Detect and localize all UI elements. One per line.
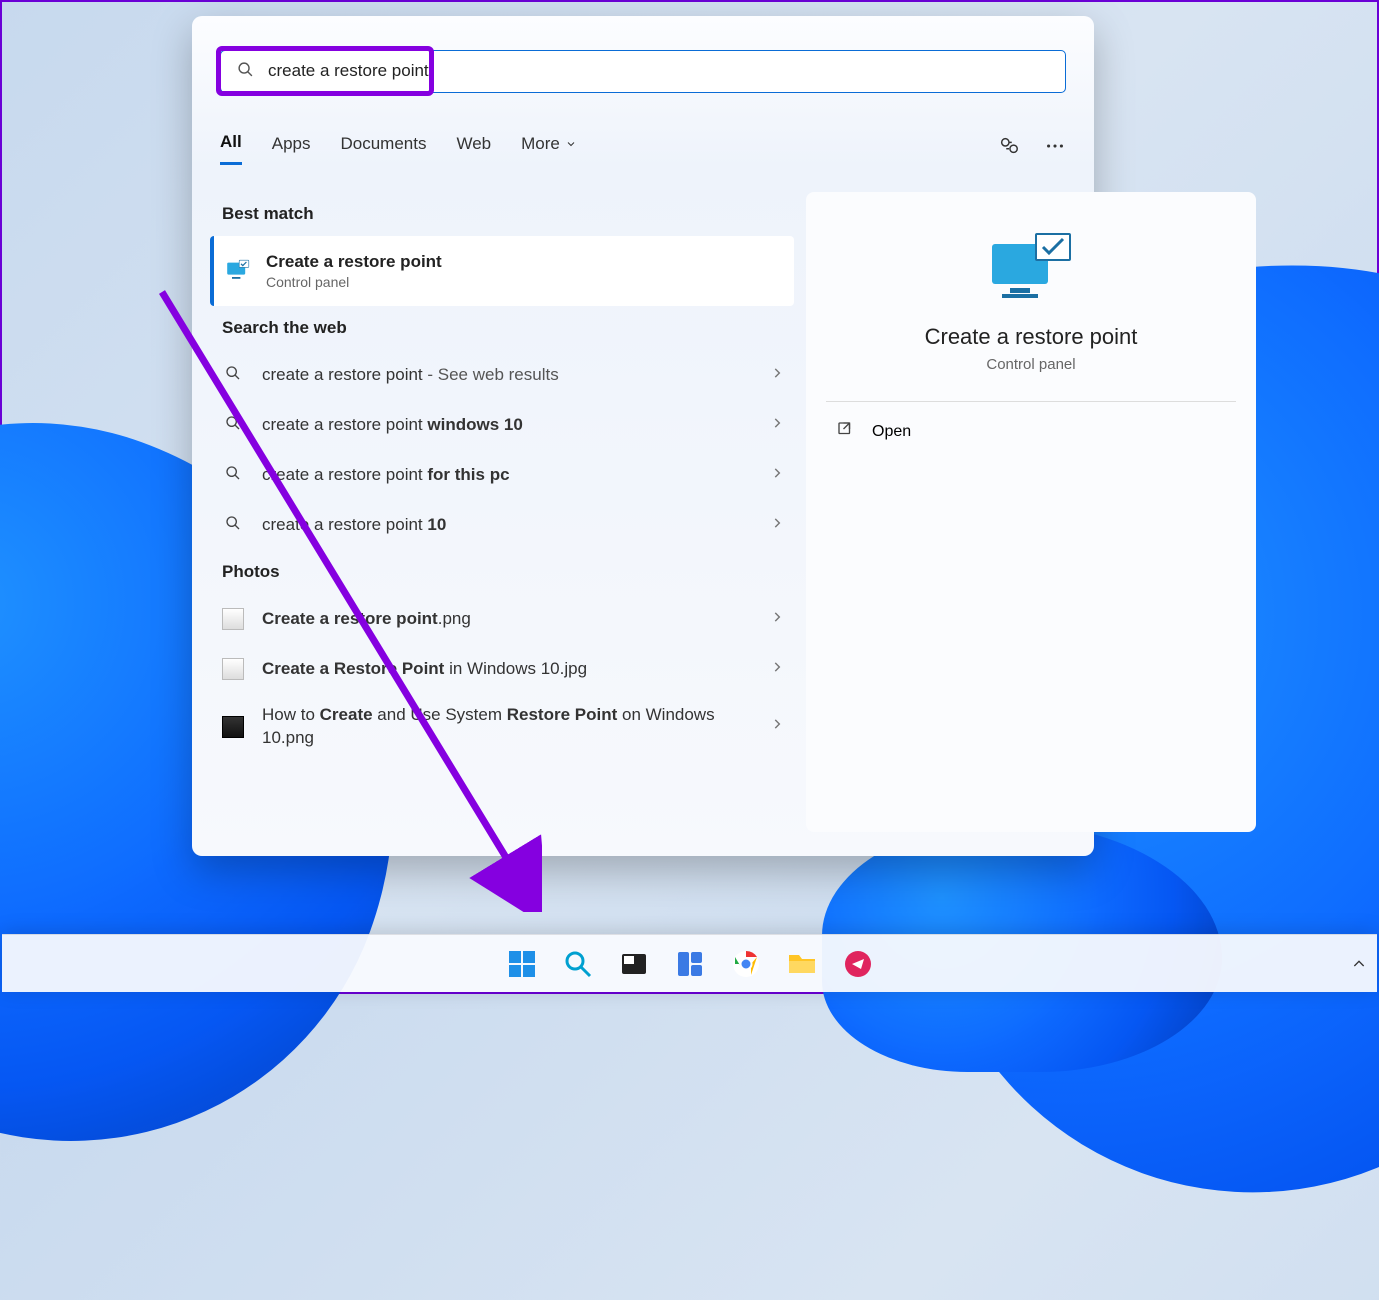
photo-result[interactable]: Create a restore point.png <box>210 594 794 644</box>
chevron-up-icon[interactable] <box>1351 956 1367 972</box>
search-icon <box>237 61 254 83</box>
section-search-web: Search the web <box>222 318 784 338</box>
search-icon <box>222 415 244 436</box>
tab-all[interactable]: All <box>220 132 242 165</box>
best-match-subtitle: Control panel <box>266 274 442 290</box>
image-thumbnail <box>222 608 244 630</box>
search-input[interactable]: create a restore point <box>268 61 1065 82</box>
best-match-title: Create a restore point <box>266 252 442 272</box>
system-tray[interactable] <box>1351 956 1367 972</box>
tab-more[interactable]: More <box>521 134 576 164</box>
web-result[interactable]: create a restore point - See web results <box>210 350 794 400</box>
chevron-right-icon <box>770 366 784 385</box>
preview-title: Create a restore point <box>806 324 1256 350</box>
chevron-right-icon <box>770 610 784 629</box>
widgets-button[interactable] <box>673 947 707 981</box>
chevron-right-icon <box>770 466 784 485</box>
divider <box>826 401 1236 402</box>
filter-tabs: All Apps Documents Web More <box>220 132 1066 165</box>
chevron-right-icon <box>770 717 784 736</box>
photo-result[interactable]: Create a Restore Point in Windows 10.jpg <box>210 644 794 694</box>
result-label: How to Create and Use System Restore Poi… <box>262 704 770 750</box>
section-best-match: Best match <box>222 204 784 224</box>
search-bar[interactable]: create a restore point <box>220 50 1066 93</box>
result-label: Create a Restore Point in Windows 10.jpg <box>262 658 770 681</box>
taskbar <box>2 934 1377 992</box>
chevron-right-icon <box>770 660 784 679</box>
file-explorer-button[interactable] <box>785 947 819 981</box>
image-thumbnail <box>222 716 244 738</box>
result-label: create a restore point - See web results <box>262 364 770 387</box>
control-panel-icon <box>226 259 250 283</box>
chrome-button[interactable] <box>729 947 763 981</box>
preview-pane: Create a restore point Control panel Ope… <box>806 192 1256 832</box>
result-label: Create a restore point.png <box>262 608 770 631</box>
feedback-icon[interactable] <box>998 135 1020 162</box>
web-result[interactable]: create a restore point 10 <box>210 500 794 550</box>
web-result[interactable]: create a restore point for this pc <box>210 450 794 500</box>
result-label: create a restore point windows 10 <box>262 414 770 437</box>
section-photos: Photos <box>222 562 784 582</box>
more-options-icon[interactable] <box>1044 135 1066 162</box>
results-column: Best match Create a restore point Contro… <box>210 192 794 760</box>
search-button[interactable] <box>561 947 595 981</box>
best-match-result[interactable]: Create a restore point Control panel <box>210 236 794 306</box>
tab-apps[interactable]: Apps <box>272 134 311 164</box>
task-view-button[interactable] <box>617 947 651 981</box>
tab-web[interactable]: Web <box>456 134 491 164</box>
open-icon <box>836 420 854 443</box>
result-label: create a restore point 10 <box>262 514 770 537</box>
chevron-right-icon <box>770 516 784 535</box>
result-label: create a restore point for this pc <box>262 464 770 487</box>
preview-subtitle: Control panel <box>806 356 1256 373</box>
start-button[interactable] <box>505 947 539 981</box>
control-panel-icon <box>988 232 1074 308</box>
search-icon <box>222 465 244 486</box>
open-label: Open <box>872 423 911 441</box>
tab-documents[interactable]: Documents <box>340 134 426 164</box>
app-pinned-button[interactable] <box>841 947 875 981</box>
image-thumbnail <box>222 658 244 680</box>
web-result[interactable]: create a restore point windows 10 <box>210 400 794 450</box>
photo-result[interactable]: How to Create and Use System Restore Poi… <box>210 694 794 760</box>
start-search-panel: create a restore point All Apps Document… <box>192 16 1094 856</box>
text-cursor <box>430 62 431 82</box>
search-icon <box>222 365 244 386</box>
open-action[interactable]: Open <box>836 420 1226 443</box>
search-icon <box>222 515 244 536</box>
chevron-right-icon <box>770 416 784 435</box>
